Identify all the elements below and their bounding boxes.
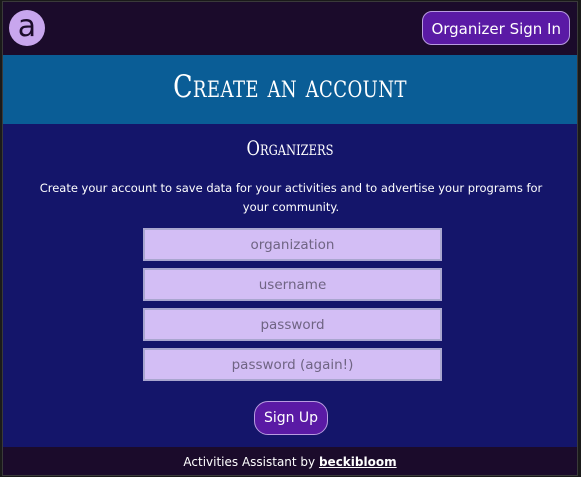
footer: Activities Assistant by beckibloom (3, 447, 577, 475)
username-input[interactable] (143, 268, 442, 301)
author-link[interactable]: beckibloom (319, 455, 397, 469)
page-title: Create an account (173, 69, 407, 105)
footer-text: Activities Assistant by (183, 455, 319, 469)
section-description: Create your account to save data for you… (39, 181, 543, 214)
logo-icon[interactable]: a (9, 10, 45, 46)
password-input[interactable] (143, 308, 442, 341)
password-confirm-input[interactable] (143, 348, 442, 381)
organizer-signin-button[interactable]: Organizer Sign In (422, 11, 570, 45)
top-bar: a Organizer Sign In (3, 2, 577, 55)
sign-up-button[interactable]: Sign Up (254, 401, 328, 435)
page-banner: Create an account (3, 55, 577, 124)
organization-input[interactable] (143, 228, 442, 261)
app-window: a Organizer Sign In Create an account Or… (2, 1, 578, 476)
section-title: Organizers (246, 136, 334, 160)
